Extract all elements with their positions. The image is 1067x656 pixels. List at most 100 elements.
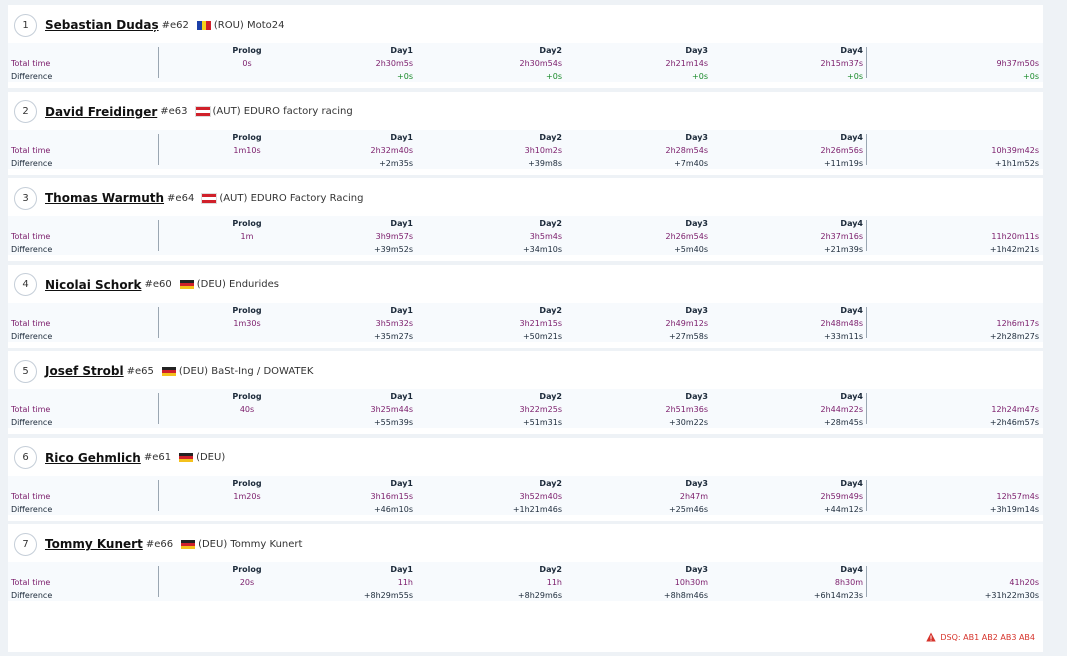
final-total-time: 12h24m47s bbox=[991, 405, 1039, 414]
final-column: 12h6m17s +2h28m27s bbox=[163, 303, 1039, 342]
rider-header: 5 Josef Strobl #e65 (DEU) BaSt-Ing / DOW… bbox=[14, 359, 313, 383]
final-difference: +2h46m57s bbox=[989, 418, 1039, 427]
rider-name-link[interactable]: Josef Strobl bbox=[45, 364, 124, 378]
rider-card: 2 David Freidinger #e63 (AUT) EDURO fact… bbox=[8, 91, 1043, 175]
difference-label: Difference bbox=[11, 418, 53, 427]
rider-name-link[interactable]: Nicolai Schork bbox=[45, 278, 141, 292]
country-flag-icon bbox=[196, 20, 211, 30]
team-name: (DEU) Tommy Kunert bbox=[198, 538, 303, 550]
column-divider bbox=[158, 47, 159, 78]
times-grid: Total time Difference Prolog 0s Day1 2h3… bbox=[8, 43, 1043, 82]
final-column: 9h37m50s +0s bbox=[163, 43, 1039, 82]
position-badge: 3 bbox=[14, 186, 37, 210]
rider-name-link[interactable]: David Freidinger bbox=[45, 105, 157, 119]
column-divider bbox=[158, 220, 159, 251]
final-column: 41h20s +31h22m30s bbox=[163, 562, 1039, 601]
start-number: #e65 bbox=[126, 365, 154, 377]
final-total-time: 11h20m11s bbox=[991, 232, 1039, 241]
total-time-label: Total time bbox=[11, 59, 51, 68]
position-badge: 7 bbox=[14, 532, 37, 556]
column-divider bbox=[158, 393, 159, 424]
final-total-time: 10h39m42s bbox=[991, 145, 1039, 155]
results-list: 1 Sebastian Dudaș #e62 (ROU) Moto24 Tota… bbox=[8, 5, 1043, 656]
total-time-label: Total time bbox=[11, 318, 51, 328]
rider-card: 5 Josef Strobl #e65 (DEU) BaSt-Ing / DOW… bbox=[8, 351, 1043, 434]
final-total-time: 9h37m50s bbox=[996, 59, 1039, 68]
start-number: #e60 bbox=[144, 279, 172, 290]
country-flag-icon bbox=[181, 539, 196, 549]
dsq-text: DSQ: AB1 AB2 AB3 AB4 bbox=[940, 632, 1035, 642]
times-grid: Total time Difference Prolog 1m Day1 3h9… bbox=[8, 216, 1043, 255]
disqualification-notice: DSQ: AB1 AB2 AB3 AB4 bbox=[926, 632, 1035, 642]
country-flag-icon bbox=[179, 453, 194, 462]
rider-name-link[interactable]: Sebastian Dudaș bbox=[45, 18, 159, 32]
team-name: (DEU) bbox=[196, 452, 226, 463]
start-number: #e66 bbox=[145, 538, 174, 550]
difference-label: Difference bbox=[11, 72, 53, 81]
final-total-time: 41h20s bbox=[1009, 578, 1039, 587]
column-divider bbox=[158, 566, 159, 597]
total-time-label: Total time bbox=[11, 405, 51, 414]
country-flag-icon bbox=[194, 106, 211, 117]
start-number: #e62 bbox=[161, 19, 189, 31]
final-total-time: 12h57m4s bbox=[996, 491, 1039, 501]
team-name: (AUT) EDURO factory racing bbox=[212, 106, 353, 117]
rider-header: 2 David Freidinger #e63 (AUT) EDURO fact… bbox=[14, 100, 353, 124]
difference-label: Difference bbox=[11, 504, 53, 514]
start-number: #e64 bbox=[167, 192, 195, 204]
rider-card: 3 Thomas Warmuth #e64 (AUT) EDURO Factor… bbox=[8, 178, 1043, 261]
team-name: (DEU) Endurides bbox=[196, 279, 279, 290]
position-badge: 2 bbox=[14, 100, 37, 123]
final-difference: +2h28m27s bbox=[989, 331, 1039, 341]
rider-card: 4 Nicolai Schork #e60 (DEU) Endurides To… bbox=[8, 264, 1043, 348]
rider-header: 3 Thomas Warmuth #e64 (AUT) EDURO Factor… bbox=[14, 186, 363, 210]
rider-name-link[interactable]: Tommy Kunert bbox=[45, 537, 143, 551]
rider-card: 1 Sebastian Dudaș #e62 (ROU) Moto24 Tota… bbox=[8, 5, 1043, 88]
column-divider bbox=[158, 479, 159, 511]
start-number: #e63 bbox=[160, 106, 188, 117]
start-number: #e61 bbox=[143, 452, 172, 463]
final-column: 12h57m4s +3h19m14s bbox=[163, 476, 1039, 515]
rider-name-link[interactable]: Thomas Warmuth bbox=[45, 191, 164, 205]
final-difference: +1h1m52s bbox=[994, 158, 1039, 168]
rider-header: 4 Nicolai Schork #e60 (DEU) Endurides bbox=[14, 273, 279, 297]
times-grid: Total time Difference Prolog 1m30s Day1 … bbox=[8, 302, 1043, 342]
warning-icon bbox=[926, 632, 937, 642]
final-difference: +3h19m14s bbox=[989, 504, 1039, 514]
total-time-label: Total time bbox=[11, 491, 51, 501]
final-column: 10h39m42s +1h1m52s bbox=[163, 130, 1039, 169]
country-flag-icon bbox=[201, 192, 218, 204]
final-difference: +1h42m21s bbox=[989, 245, 1039, 254]
rider-header: 1 Sebastian Dudaș #e62 (ROU) Moto24 bbox=[14, 13, 285, 37]
times-grid: Total time Difference Prolog 1m20s Day1 … bbox=[8, 475, 1043, 515]
team-name: (DEU) BaSt-Ing / DOWATEK bbox=[178, 365, 314, 377]
rider-card: 6 Rico Gehmlich #e61 (DEU) Total time Di… bbox=[8, 437, 1043, 521]
position-badge: 5 bbox=[14, 359, 37, 383]
total-time-label: Total time bbox=[11, 145, 51, 155]
column-divider bbox=[158, 133, 159, 165]
rider-header: 7 Tommy Kunert #e66 (DEU) Tommy Kunert bbox=[14, 532, 302, 556]
rider-header: 6 Rico Gehmlich #e61 (DEU) bbox=[14, 446, 225, 470]
rider-card: 7 Tommy Kunert #e66 (DEU) Tommy Kunert T… bbox=[8, 524, 1043, 652]
country-flag-icon bbox=[179, 280, 194, 289]
country-flag-icon bbox=[161, 366, 176, 376]
position-badge: 4 bbox=[14, 273, 37, 296]
difference-label: Difference bbox=[11, 331, 53, 341]
difference-label: Difference bbox=[11, 591, 53, 600]
difference-label: Difference bbox=[11, 158, 53, 168]
rider-name-link[interactable]: Rico Gehmlich bbox=[45, 451, 141, 465]
times-grid: Total time Difference Prolog 20s Day1 11… bbox=[8, 562, 1043, 601]
column-divider bbox=[158, 306, 159, 338]
total-time-label: Total time bbox=[11, 232, 51, 241]
final-column: 12h24m47s +2h46m57s bbox=[163, 389, 1039, 428]
position-badge: 6 bbox=[14, 446, 37, 469]
times-grid: Total time Difference Prolog 1m10s Day1 … bbox=[8, 129, 1043, 169]
team-name: (ROU) Moto24 bbox=[213, 19, 285, 31]
final-difference: +0s bbox=[1023, 72, 1039, 81]
position-badge: 1 bbox=[14, 13, 37, 37]
team-name: (AUT) EDURO Factory Racing bbox=[219, 192, 364, 204]
difference-label: Difference bbox=[11, 245, 53, 254]
times-grid: Total time Difference Prolog 40s Day1 3h… bbox=[8, 389, 1043, 428]
final-total-time: 12h6m17s bbox=[996, 318, 1039, 328]
final-column: 11h20m11s +1h42m21s bbox=[163, 216, 1039, 255]
